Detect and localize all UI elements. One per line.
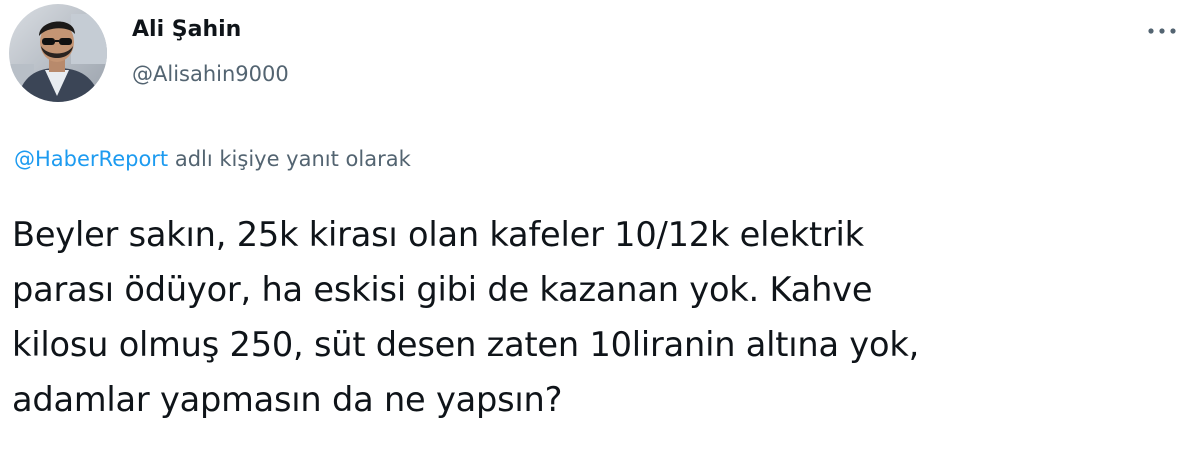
more-horizontal-icon [1148, 28, 1176, 34]
avatar[interactable] [9, 4, 107, 102]
author-display-name[interactable]: Ali Şahin [132, 16, 289, 44]
tweet: Ali Şahin @Alisahin9000 @HaberReport adl… [0, 0, 1200, 452]
reply-mention-link[interactable]: @HaberReport [14, 147, 168, 171]
tweet-text: Beyler sakın, 25k kirası olan kafeler 10… [12, 207, 1162, 427]
tweet-text-line: parası ödüyor, ha eskisi gibi de kazanan… [12, 270, 873, 309]
replying-to: @HaberReport adlı kişiye yanıt olarak [14, 144, 411, 174]
tweet-text-line: Beyler sakın, 25k kirası olan kafeler 10… [12, 215, 864, 254]
tweet-text-line: adamlar yapmasın da ne yapsın? [12, 380, 563, 419]
reply-to-suffix: adlı kişiye yanıt olarak [168, 147, 411, 171]
avatar-photo-icon [9, 4, 107, 102]
author-block: Ali Şahin @Alisahin9000 [132, 16, 289, 88]
tweet-text-line: kilosu olmuş 250, süt desen zaten 10lira… [12, 325, 920, 364]
author-handle[interactable]: @Alisahin9000 [132, 60, 289, 88]
more-options-button[interactable] [1140, 16, 1184, 46]
